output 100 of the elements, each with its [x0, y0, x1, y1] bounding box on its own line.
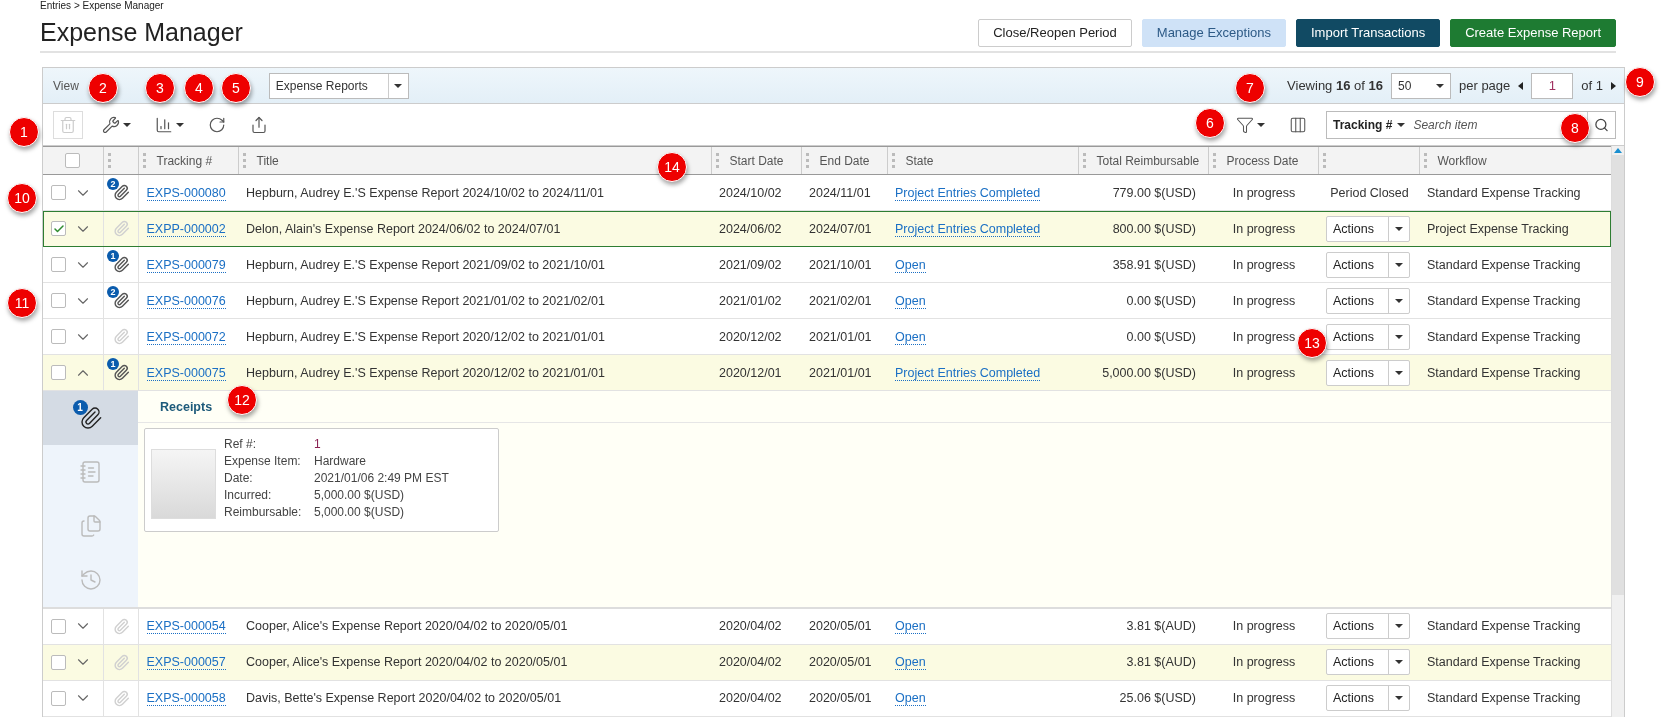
field-value: 5,000.00 $(USD)	[314, 488, 406, 502]
detail-tab[interactable]: 1	[43, 391, 138, 445]
column-header[interactable]: End Date	[801, 146, 887, 175]
receipt-card[interactable]: Ref #: 1 Expense Item: Hardware Date: 2021/01/06 2:49 PM EST Incurred: 5,000.00 $(USD) Reimbursable: 5,000.00 $(USD)	[144, 428, 499, 532]
table-cell: 2020/12/01	[719, 365, 782, 380]
actions-dropdown[interactable]: Actions	[1326, 649, 1410, 675]
viewing-count: Viewing 16 of 16	[1287, 78, 1383, 93]
caret-icon	[1395, 660, 1403, 664]
page-input[interactable]: 1	[1531, 72, 1574, 99]
table-cell: Standard Expense Tracking	[1427, 691, 1581, 705]
field-label: Reimbursable:	[224, 505, 303, 519]
tools-icon	[102, 115, 120, 134]
state-link[interactable]: Open	[895, 619, 926, 635]
table-cell: Standard Expense Tracking	[1427, 365, 1581, 380]
per-page-select[interactable]: 50	[1391, 72, 1451, 99]
table-cell: In progress	[1232, 365, 1296, 380]
actions-dropdown[interactable]: Actions	[1326, 287, 1410, 314]
row-checkbox[interactable]	[51, 329, 66, 344]
tracking-link[interactable]: EXPS-000058	[146, 691, 226, 706]
attachment-count-badge: 2	[107, 286, 119, 298]
row-checkbox[interactable]	[51, 185, 66, 200]
table-cell: Cooper, Alice's Expense Report 2020/04/02 to 2020/05/01	[246, 655, 568, 669]
table-cell: 2020/12/02	[719, 329, 782, 344]
table-cell: Standard Expense Tracking	[1427, 257, 1581, 272]
caret-icon	[1395, 696, 1403, 700]
column-header[interactable]: Workflow	[1419, 146, 1611, 175]
state-link[interactable]: Open	[895, 257, 926, 273]
actions-dropdown[interactable]: Actions	[1326, 685, 1410, 711]
table-cell: In progress	[1232, 329, 1296, 344]
table-cell: 800.00 $(USD)	[1112, 221, 1196, 236]
paperclip-icon[interactable]	[113, 292, 130, 309]
state-link[interactable]: Open	[895, 293, 926, 309]
view-select[interactable]: Expense Reports	[268, 72, 409, 99]
table-cell: 2021/01/02	[719, 293, 782, 308]
row-checkbox[interactable]	[51, 221, 66, 236]
column-header[interactable]: State	[887, 146, 1078, 175]
field-value: 2021/01/06 2:49 PM EST	[314, 471, 449, 485]
header-button[interactable]: Close/Reopen Period	[978, 18, 1132, 47]
next-page-icon[interactable]	[1611, 81, 1616, 90]
column-header[interactable]: Total Reimbursable	[1078, 146, 1208, 175]
step-callout: 11	[7, 288, 37, 318]
history-icon	[78, 568, 103, 592]
caret-icon	[1395, 298, 1403, 303]
column-header[interactable]: Process Date	[1208, 146, 1318, 175]
row-checkbox[interactable]	[51, 690, 66, 706]
row-checkbox[interactable]	[51, 293, 66, 308]
tracking-link[interactable]: EXPS-000076	[146, 293, 226, 309]
actions-dropdown[interactable]: Actions	[1326, 251, 1410, 278]
page-title: Expense Manager	[40, 18, 243, 47]
tracking-link[interactable]: EXPS-000079	[146, 257, 226, 273]
state-link[interactable]: Open	[895, 691, 926, 706]
share-icon	[250, 115, 268, 134]
table-cell: Davis, Bette's Expense Report 2020/04/02 to 2020/05/01	[246, 691, 562, 705]
notepad-icon	[78, 460, 103, 484]
actions-dropdown[interactable]: Actions	[1326, 323, 1410, 350]
tracking-link[interactable]: EXPS-000072	[146, 329, 226, 345]
table-cell: In progress	[1232, 257, 1296, 272]
view-label: View	[53, 78, 79, 93]
search-field-selector[interactable]: Tracking #	[1327, 117, 1412, 132]
state-link[interactable]: Open	[895, 329, 926, 345]
scrollbar[interactable]	[1611, 146, 1624, 717]
tracking-link[interactable]: EXPS-000080	[146, 185, 226, 201]
table-cell: 0.00 $(USD)	[1126, 293, 1196, 308]
table-cell: In progress	[1232, 293, 1296, 308]
state-link[interactable]: Open	[895, 655, 926, 670]
select-all-checkbox[interactable]	[65, 153, 81, 169]
column-header[interactable]: Tracking #	[138, 146, 238, 175]
field-label: Ref #:	[224, 437, 257, 451]
row-checkbox[interactable]	[51, 365, 66, 380]
header-button[interactable]: Import Transactions	[1296, 18, 1441, 47]
bar-chart-icon	[155, 115, 173, 134]
table-cell: Cooper, Alice's Expense Report 2020/04/02 to 2020/05/01	[246, 619, 568, 634]
header-button[interactable]: Create Expense Report	[1450, 18, 1616, 47]
actions-dropdown[interactable]: Actions	[1326, 359, 1410, 386]
table-cell: Period Closed	[1330, 185, 1409, 200]
previous-page-icon[interactable]	[1518, 81, 1524, 90]
field-label: Incurred:	[224, 488, 273, 502]
trash-icon	[59, 115, 77, 134]
tracking-link[interactable]: EXPS-000054	[146, 619, 226, 635]
table-cell: In progress	[1232, 221, 1296, 236]
field-value: Hardware	[314, 454, 368, 468]
actions-dropdown[interactable]: Actions	[1326, 613, 1410, 640]
actions-dropdown[interactable]: Actions	[1326, 215, 1410, 242]
paperclip-icon[interactable]	[113, 184, 130, 201]
row-checkbox[interactable]	[51, 654, 66, 670]
table-cell: 2020/04/02	[719, 655, 782, 669]
table-cell: 2021/01/01	[809, 365, 872, 380]
field-value: 1	[314, 437, 322, 451]
table-cell: 2021/02/01	[809, 293, 872, 308]
table-cell: Standard Expense Tracking	[1427, 619, 1581, 634]
table-cell: Standard Expense Tracking	[1427, 185, 1581, 200]
table-cell: 2024/11/01	[809, 185, 871, 200]
field-label: Date:	[224, 471, 254, 485]
table-cell: Hepburn, Audrey E.'S Expense Report 2020/12/02 to 2021/01/01	[246, 365, 605, 380]
state-link[interactable]: Project Entries Completed	[895, 185, 1041, 201]
header-button[interactable]: Manage Exceptions	[1141, 18, 1286, 47]
caret-icon	[1436, 83, 1444, 88]
row-checkbox[interactable]	[51, 618, 66, 634]
column-header[interactable]: Start Date	[711, 146, 801, 175]
row-checkbox[interactable]	[51, 257, 66, 272]
